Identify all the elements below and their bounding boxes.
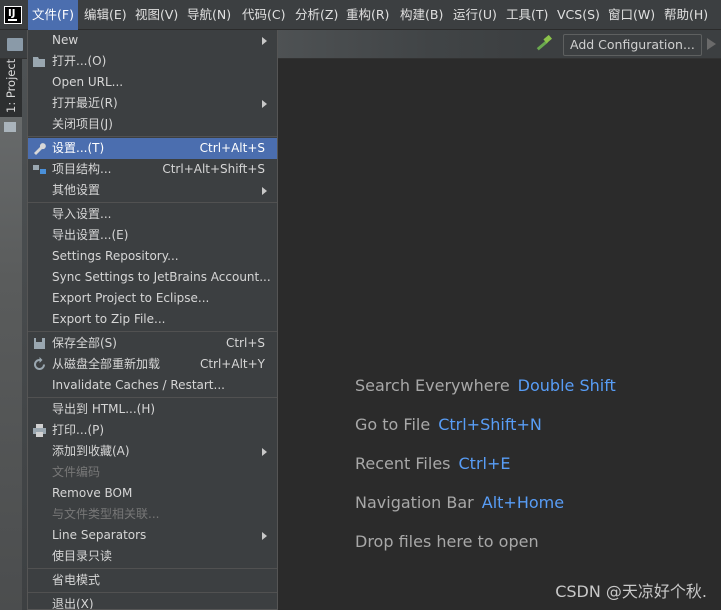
menu-item-print[interactable]: 打印...(P) [28,420,277,441]
hint-key: Alt+Home [481,493,565,512]
submenu-arrow-icon [262,448,267,456]
editor-area [278,59,721,610]
menu-item-export-settings[interactable]: 导出设置...(E) [28,225,277,246]
menu-item-close-project[interactable]: 关闭项目(J) [28,114,277,135]
build-hammer-icon[interactable] [534,35,554,53]
menu-build[interactable]: 构建(B) [396,0,447,30]
menu-item-import-settings[interactable]: 导入设置... [28,204,277,225]
menu-item-file-encoding: 文件编码 [52,465,101,479]
hint-go-to-file: Go to File Ctrl+Shift+N [355,415,542,434]
menu-separator [28,136,277,137]
menu-item-associate-file-type: 与文件类型相关联... [52,507,160,521]
project-tool-tab[interactable]: 1: Project [0,59,22,117]
hint-search-everywhere: Search Everywhere Double Shift [355,376,616,395]
menu-item-new[interactable]: New [28,30,277,51]
menu-separator [28,397,277,398]
menu-navigate[interactable]: 导航(N) [183,0,235,30]
menu-item-sync-settings[interactable]: Sync Settings to JetBrains Account... [28,267,277,288]
menu-item-settings[interactable]: 设置...(T) Ctrl+Alt+S [28,138,277,159]
menu-separator [28,568,277,569]
watermark: CSDN @天凉好个秋. [555,582,707,601]
menu-separator [28,202,277,203]
wrench-icon [34,143,46,155]
menu-item-export-zip[interactable]: Export to Zip File... [28,309,277,330]
toolbar-background [278,30,528,58]
menu-item-project-structure[interactable]: 项目结构... Ctrl+Alt+Shift+S [28,159,277,180]
menu-item-exit[interactable]: 退出(X) [28,594,277,609]
menu-item-power-save-mode[interactable]: 省电模式 [28,570,277,591]
add-configuration-button[interactable]: Add Configuration... [563,34,702,56]
print-icon [33,424,46,437]
submenu-arrow-icon [262,37,267,45]
menu-help[interactable]: 帮助(H) [660,0,712,30]
menu-analyze[interactable]: 分析(Z) [291,0,342,30]
menu-vcs[interactable]: VCS(S) [553,0,604,30]
submenu-arrow-icon [262,187,267,195]
menu-item-open[interactable]: 打开...(O) [28,51,277,72]
menu-item-open-url[interactable]: Open URL... [28,72,277,93]
menu-item-add-to-favorites[interactable]: 添加到收藏(A) [28,441,277,462]
hint-recent-files: Recent Files Ctrl+E [355,454,511,473]
menu-item-export-eclipse[interactable]: Export Project to Eclipse... [28,288,277,309]
menu-item-open-recent[interactable]: 打开最近(R) [28,93,277,114]
hint-key: Ctrl+Shift+N [438,415,542,434]
project-folder-icon[interactable] [7,38,23,51]
submenu-arrow-icon [262,100,267,108]
menu-item-invalidate-caches[interactable]: Invalidate Caches / Restart... [28,375,277,396]
menu-window[interactable]: 窗口(W) [604,0,659,30]
hint-navigation-bar: Navigation Bar Alt+Home [355,493,565,512]
menu-item-remove-bom[interactable]: Remove BOM [28,483,277,504]
menu-item-make-read-only[interactable]: 使目录只读 [28,546,277,567]
menu-bar: IJ 文件(F) 编辑(E) 视图(V) 导航(N) 代码(C) 分析(Z) 重… [0,0,721,30]
left-tool-strip [0,59,22,610]
hint-drop-files: Drop files here to open [355,532,539,551]
menu-refactor[interactable]: 重构(R) [342,0,393,30]
run-icon[interactable] [707,38,716,50]
menu-edit[interactable]: 编辑(E) [80,0,131,30]
save-icon [34,338,45,349]
hint-key: Double Shift [517,376,616,395]
menu-separator [28,331,277,332]
menu-code[interactable]: 代码(C) [238,0,289,30]
menu-item-settings-repository[interactable]: Settings Repository... [28,246,277,267]
folder-icon[interactable] [4,122,16,132]
menu-separator [28,592,277,593]
menu-view[interactable]: 视图(V) [131,0,182,30]
folder-open-icon [33,57,45,67]
menu-item-other-settings[interactable]: 其他设置 [28,180,277,201]
file-menu-dropdown: New 打开...(O) Open URL... 打开最近(R) 关闭项目(J)… [27,30,278,610]
menu-item-export-html[interactable]: 导出到 HTML...(H) [28,399,277,420]
reload-icon [34,357,45,370]
menu-run[interactable]: 运行(U) [449,0,501,30]
project-structure-icon [33,165,46,174]
menu-item-reload-all[interactable]: 从磁盘全部重新加载 Ctrl+Alt+Y [28,354,277,375]
hint-key: Ctrl+E [458,454,511,473]
menu-item-line-separators[interactable]: Line Separators [28,525,277,546]
menu-tools[interactable]: 工具(T) [502,0,552,30]
submenu-arrow-icon [262,532,267,540]
intellij-logo-icon: IJ [4,6,22,24]
menu-file[interactable]: 文件(F) [28,0,78,30]
project-tab-label: 1: Project [4,58,18,113]
menu-item-save-all[interactable]: 保存全部(S) Ctrl+S [28,333,277,354]
